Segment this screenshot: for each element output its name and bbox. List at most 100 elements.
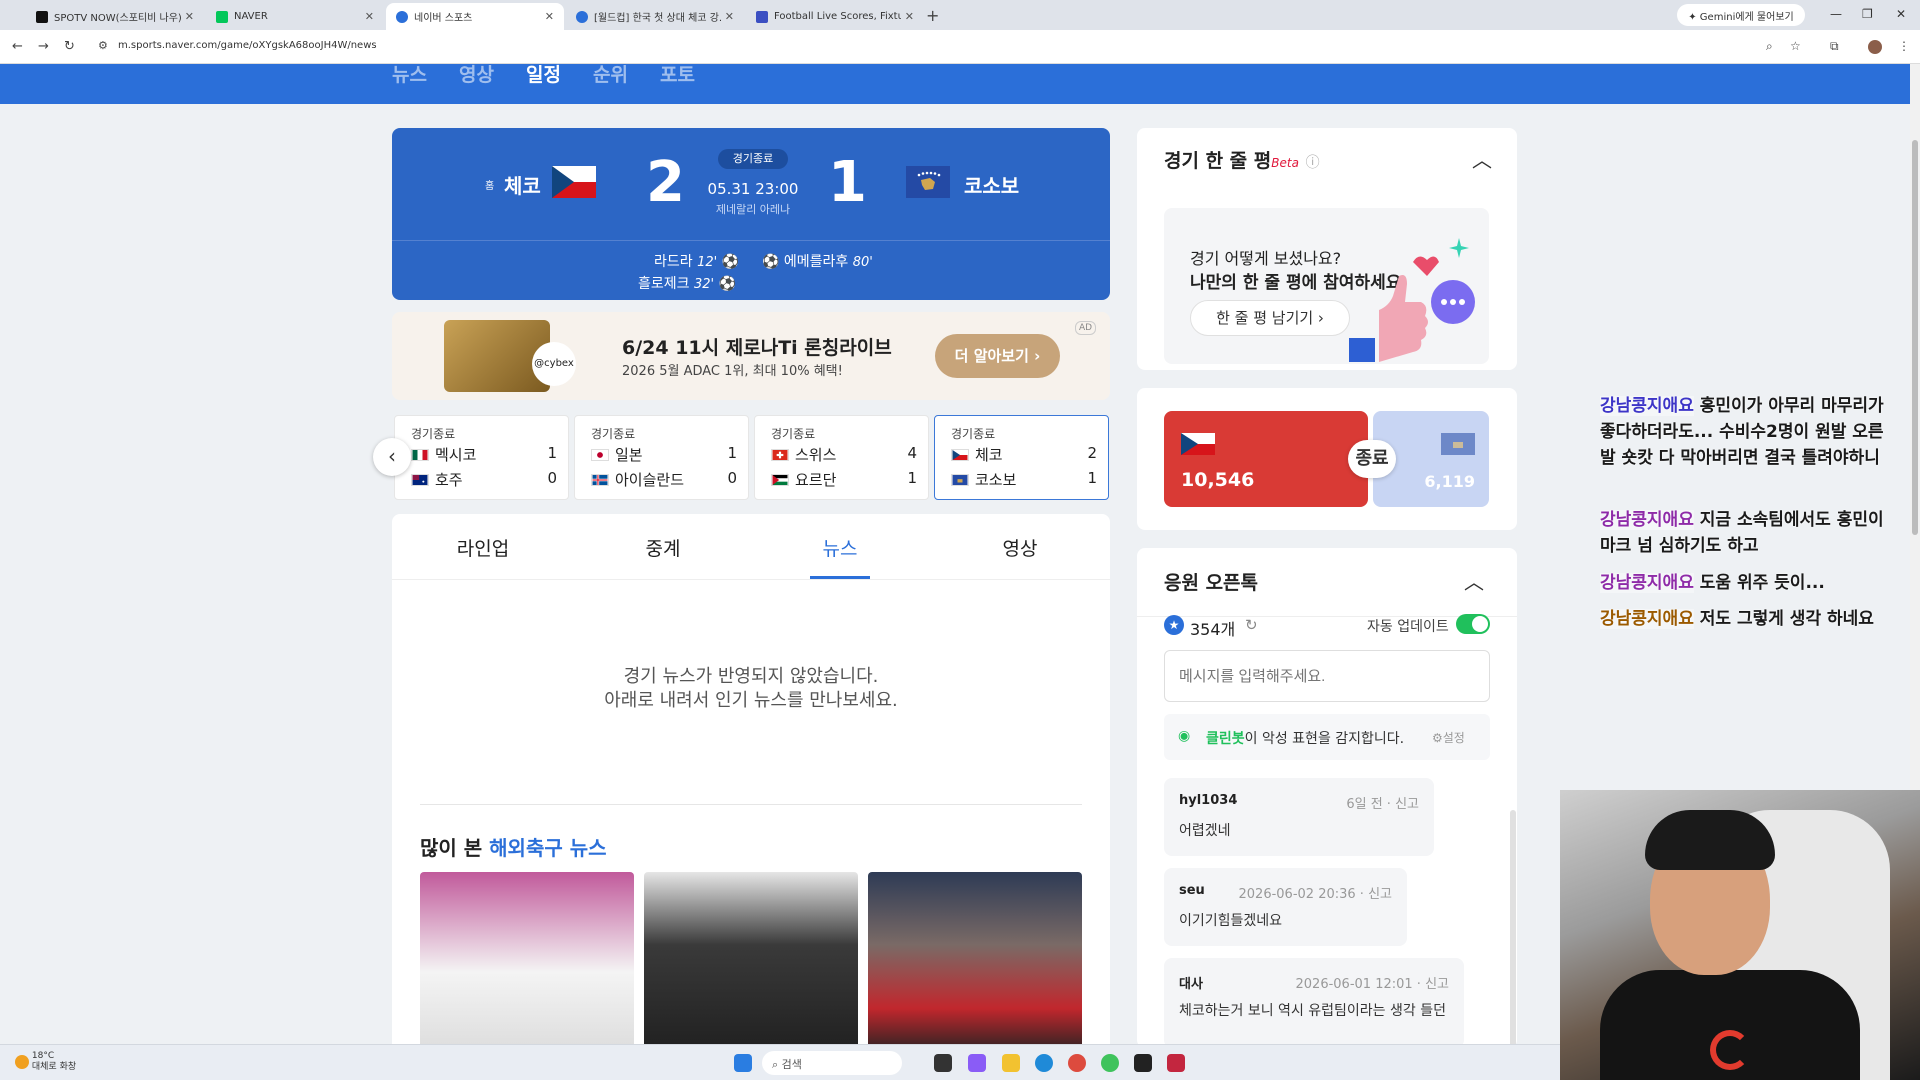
tab-video[interactable]: 영상 [955, 534, 1085, 561]
close-icon[interactable]: ✕ [545, 10, 554, 23]
nav-tab-photo[interactable]: 포토 [660, 60, 695, 87]
chevron-up-icon[interactable]: ︿ [1472, 144, 1492, 173]
close-icon[interactable]: ✕ [905, 10, 914, 23]
tab-underline-base [392, 579, 1110, 580]
cleanbot-settings-button[interactable]: ⚙설정 [1432, 729, 1465, 746]
vote-home-button[interactable]: 10,546 [1164, 411, 1368, 507]
home-team-name[interactable]: 체코 [504, 170, 541, 199]
thumbs-up-illustration-icon [1349, 238, 1475, 362]
browser-tab-naver[interactable]: NAVER ✕ [206, 3, 384, 30]
close-icon[interactable]: ✕ [365, 10, 374, 23]
nav-tab-schedule[interactable]: 일정 [526, 60, 561, 87]
message-input[interactable] [1164, 650, 1490, 702]
refresh-icon[interactable]: ↻ [1245, 616, 1258, 634]
new-tab-plus-icon[interactable]: + [926, 6, 939, 25]
weather-widget[interactable]: 18°C 대체로 화창 [15, 1051, 76, 1073]
task-view-icon[interactable] [934, 1054, 952, 1072]
page-scrollbar-thumb[interactable] [1912, 140, 1918, 535]
leave-review-button[interactable]: 한 줄 평 남기기 › [1190, 300, 1350, 336]
gemini-ask-button[interactable]: ✦ Gemini에게 물어보기 [1677, 4, 1805, 26]
czech-flag-icon [1181, 433, 1215, 455]
news-thumbnail[interactable] [644, 872, 858, 1054]
kosovo-flag-icon [951, 474, 969, 486]
cleanbot-text: 이 악성 표현을 감지합니다. [1244, 731, 1405, 747]
chat-user: hyl1034 [1179, 793, 1238, 808]
streamer-hair [1645, 810, 1775, 870]
windows-start-icon[interactable] [734, 1054, 752, 1072]
ad-title: 6/24 11시 제로나Ti 론칭라이브 [622, 337, 892, 359]
match-card[interactable]: 경기종료 스위스 4 요르단 1 [754, 415, 929, 500]
nav-tab-video[interactable]: 영상 [459, 60, 494, 87]
site-info-icon[interactable]: ⚙ [98, 39, 108, 52]
away-team-name[interactable]: 코소보 [964, 170, 1019, 199]
bookmark-star-icon[interactable]: ☆ [1790, 39, 1801, 53]
taskbar-search[interactable]: ⌕ 검색 [762, 1051, 902, 1075]
zoom-icon[interactable]: ⌕ [1766, 39, 1773, 54]
tab-news[interactable]: 뉴스 [775, 534, 905, 561]
stream-chat-nick: 강남콩지애요 [1600, 396, 1694, 416]
goal-minute: 32' [693, 277, 715, 292]
vote-ended-badge: 종료 [1348, 440, 1396, 478]
chat-text: 어렵겠네 [1179, 823, 1231, 839]
chat-message: seu 2026-06-02 20:36 · 신고 이기기힘들겠네요 [1164, 868, 1407, 946]
window-close-icon[interactable]: ✕ [1896, 7, 1906, 21]
chevron-left-icon[interactable]: ‹ [373, 438, 411, 476]
nav-tab-standings[interactable]: 순위 [593, 60, 628, 87]
chevron-up-icon[interactable]: ︿ [1464, 566, 1484, 595]
maximize-icon[interactable]: ❐ [1862, 7, 1873, 21]
file-explorer-icon[interactable] [1002, 1054, 1020, 1072]
edge-icon[interactable] [1035, 1054, 1053, 1072]
info-icon[interactable]: ⓘ [1306, 155, 1320, 171]
match-card[interactable]: 경기종료 멕시코 1 호주 0 [394, 415, 569, 500]
report-link[interactable]: 신고 [1395, 797, 1419, 812]
chat-text: 이기기힘들겠네요 [1179, 913, 1283, 929]
minimize-icon[interactable]: — [1830, 7, 1842, 21]
browser-tab-spotv[interactable]: SPOTV NOW(스포티비 나우) ✕ [26, 3, 204, 30]
report-link[interactable]: 신고 [1425, 977, 1449, 992]
goal-player: 흘로제크 [638, 276, 690, 292]
nav-tab-news[interactable]: 뉴스 [392, 60, 427, 87]
match-card-status: 경기종료 [951, 427, 996, 441]
auto-update-toggle[interactable] [1456, 614, 1490, 634]
ball-icon: ⚽ [762, 254, 780, 270]
popular-news-category-link[interactable]: 해외축구 뉴스 [489, 836, 606, 860]
news-thumbnail[interactable] [420, 872, 634, 1054]
chat-message: hyl1034 6일 전 · 신고 어렵겠네 [1164, 778, 1434, 856]
profile-avatar[interactable] [1868, 40, 1882, 54]
menu-kebab-icon[interactable]: ⋮ [1898, 39, 1910, 53]
back-arrow-icon[interactable]: ← [12, 39, 23, 54]
browser-tab-worldcup-news[interactable]: [월드컵] 한국 첫 상대 체코 강... ✕ [566, 3, 744, 30]
iceland-flag-icon [591, 474, 609, 486]
reload-icon[interactable]: ↻ [64, 39, 75, 54]
extensions-icon[interactable]: ⧉ [1830, 39, 1839, 54]
url-field[interactable]: m.sports.naver.com/game/oXYgskA68ooJH4W/… [118, 40, 377, 51]
browser-tab-naver-sports[interactable]: 네이버 스포츠 ✕ [386, 3, 564, 30]
tab-broadcast[interactable]: 중계 [598, 534, 728, 561]
talk-scrollbar[interactable] [1510, 810, 1516, 1050]
app-icon[interactable] [1101, 1054, 1119, 1072]
match-card[interactable]: 경기종료 일본 1 아이슬란드 0 [574, 415, 749, 500]
goal-home-1: 라드라 12' ⚽ [654, 251, 739, 271]
close-icon[interactable]: ✕ [725, 10, 734, 23]
stream-chat-nick: 강남콩지애요 [1600, 573, 1694, 593]
spotv-favicon-icon [36, 10, 48, 23]
app-icon[interactable] [1167, 1054, 1185, 1072]
chat-meta: 2026-06-01 12:01 · 신고 [1295, 977, 1449, 992]
news-thumbnail[interactable] [868, 872, 1082, 1054]
chrome-icon[interactable] [1068, 1054, 1086, 1072]
browser-tab-football-scores[interactable]: Football Live Scores, Fixtures &... ✕ [746, 3, 924, 30]
jordan-flag-icon [771, 474, 789, 486]
copilot-icon[interactable] [968, 1054, 986, 1072]
ad-learn-more-button[interactable]: 더 알아보기 › [935, 334, 1060, 378]
open-talk-title: 응원 오픈톡 [1164, 572, 1259, 594]
match-card-selected[interactable]: 경기종료 체코 2 코소보 1 [934, 415, 1109, 500]
close-icon[interactable]: ✕ [185, 10, 194, 23]
tab-lineup[interactable]: 라인업 [418, 534, 548, 561]
naver-favicon-icon [216, 10, 228, 23]
forward-arrow-icon[interactable]: → [38, 39, 49, 54]
open-talk-panel: 응원 오픈톡 ︿ ★ 354개 ↻ 자동 업데이트 ◉ 클린봇이 악성 표현을 … [1137, 548, 1517, 1048]
report-link[interactable]: 신고 [1368, 887, 1392, 902]
app-icon[interactable] [1134, 1054, 1152, 1072]
chat-meta: 2026-06-02 20:36 · 신고 [1238, 887, 1392, 902]
ad-banner[interactable]: @cybex 6/24 11시 제로나Ti 론칭라이브 2026 5월 ADAC… [392, 312, 1110, 400]
